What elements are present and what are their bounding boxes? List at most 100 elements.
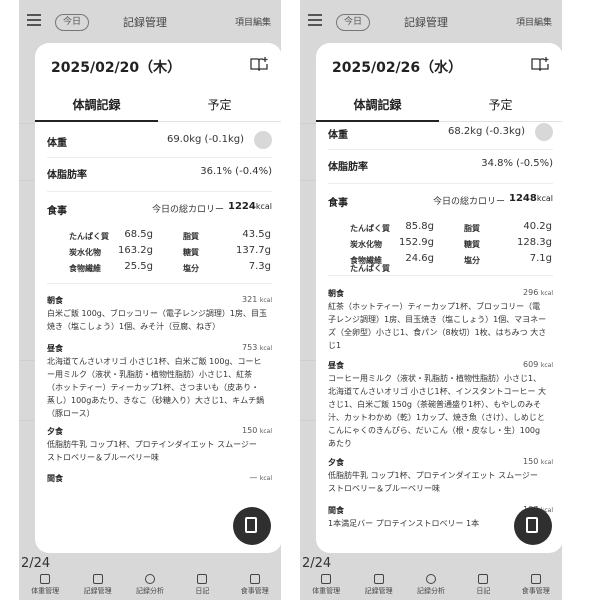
nutrient-label: 糖質 [464, 240, 480, 249]
meal-name-dinner: 夕食 [47, 427, 63, 436]
meal-items-dinner: 低脂肪牛乳 コップ1杯、プロテインダイエット スムージー ストロベリー＆ブルーベ… [328, 471, 538, 493]
add-record-button[interactable] [233, 507, 271, 545]
weight-value: 68.2kg (-0.3kg) [447, 126, 525, 137]
menu-icon[interactable] [27, 14, 41, 26]
tab-active-indicator [316, 120, 439, 122]
divider [328, 149, 553, 150]
nav-records-icon [92, 574, 103, 584]
nav-fork-knife-icon [530, 574, 541, 584]
bodyfat-row[interactable]: 体脂肪率 34.8% (-0.5%) [328, 155, 553, 175]
bodyfat-label: 体脂肪率 [47, 170, 87, 181]
trend-chart-icon[interactable] [535, 123, 553, 141]
edit-items-button[interactable]: 項目編集 [235, 15, 271, 28]
meal-name-dinner: 夕食 [328, 458, 344, 467]
edit-note-icon [245, 517, 257, 533]
meal-kcal: 321 kcal [242, 295, 272, 304]
divider [47, 283, 272, 284]
nav-item-analysis[interactable]: 記録分析 [130, 570, 170, 600]
nav-item-meals[interactable]: 食事管理 [235, 570, 275, 600]
nav-label: 体重管理 [312, 587, 341, 595]
nutrient-value: 137.7g [236, 245, 271, 256]
tab-health-record[interactable]: 体調記録 [35, 96, 158, 113]
record-content[interactable]: 体重 69.0kg (-0.1kg) 体脂肪率 36.1% (-0.4%) 食事… [35, 123, 281, 553]
weight-row[interactable]: 体重 69.0kg (-0.1kg) [47, 131, 272, 151]
nav-item-diary[interactable]: 日記 [182, 570, 222, 600]
weight-label: 体重 [47, 138, 67, 149]
meal-summary-row[interactable]: 食事 今日の総カロリー 1248kcal [328, 191, 553, 211]
bodyfat-label: 体脂肪率 [328, 162, 368, 173]
nutrient-value: 152.9g [399, 237, 434, 248]
today-button[interactable]: 今日 [336, 14, 370, 31]
meal-name-lunch: 昼食 [328, 361, 344, 370]
nutrient-value: 43.5g [242, 229, 271, 240]
tab-schedule[interactable]: 予定 [158, 96, 281, 113]
phone-screen-left: 今日 記録管理 項目編集 2/24 体重管理 記録管理 記録分析 日記 食事管理… [19, 0, 281, 600]
nutrient-value: 163.2g [118, 245, 153, 256]
meal-kcal: — kcal [249, 473, 272, 482]
nav-item-records[interactable]: 記録管理 [359, 570, 399, 600]
bodyfat-value: 36.1% (-0.4%) [200, 166, 272, 177]
tab-active-indicator [35, 120, 158, 122]
today-button[interactable]: 今日 [55, 14, 89, 31]
meal-kcal: 150 kcal [523, 457, 553, 466]
divider [47, 157, 272, 158]
nav-label: 記録分析 [135, 587, 164, 595]
tab-health-record[interactable]: 体調記録 [316, 96, 439, 113]
nutrient-label: 糖質 [183, 248, 199, 257]
tab-schedule[interactable]: 予定 [439, 96, 562, 113]
divider [328, 275, 553, 276]
nav-label: 日記 [195, 587, 210, 595]
edit-items-button[interactable]: 項目編集 [516, 15, 552, 28]
nutrient-value: 7.1g [529, 253, 552, 264]
bodyfat-row[interactable]: 体脂肪率 36.1% (-0.4%) [47, 163, 272, 183]
nav-pie-chart-icon [425, 574, 436, 584]
nav-item-weight[interactable]: 体重管理 [306, 570, 346, 600]
nav-item-analysis[interactable]: 記録分析 [411, 570, 451, 600]
nav-label: 食事管理 [240, 587, 269, 595]
divider [328, 183, 553, 184]
page-title: 記録管理 [404, 16, 448, 29]
nav-item-meals[interactable]: 食事管理 [516, 570, 556, 600]
nav-label: 体重管理 [31, 587, 60, 595]
nav-book-icon [478, 574, 489, 584]
meal-summary-row[interactable]: 食事 今日の総カロリー 1224kcal [47, 199, 272, 219]
menu-icon[interactable] [308, 14, 322, 26]
meal-name-snack: 間食 [47, 474, 63, 483]
total-calorie-value: 1248kcal [509, 193, 553, 204]
record-content[interactable]: 体重 68.2kg (-0.3kg) 体脂肪率 34.8% (-0.5%) 食事… [316, 123, 562, 553]
day-detail-card: 2025/02/20（木） 体調記録 予定 体重 69.0kg (-0.1kg)… [35, 43, 281, 553]
add-diary-icon[interactable] [531, 57, 549, 71]
nav-item-weight[interactable]: 体重管理 [25, 570, 65, 600]
weight-label: 体重 [328, 130, 348, 141]
weight-row[interactable]: 体重 68.2kg (-0.3kg) [328, 123, 553, 143]
nutrient-label: 脂質 [183, 232, 199, 241]
meal-label: 食事 [47, 206, 67, 217]
nutrient-label: 食物繊維 [69, 264, 101, 273]
nutrient-value: 7.3g [248, 261, 271, 272]
add-record-button[interactable] [514, 507, 552, 545]
nav-fork-knife-icon [249, 574, 260, 584]
nav-records-icon [373, 574, 384, 584]
meal-name-snack: 間食 [328, 506, 344, 515]
add-diary-icon[interactable] [250, 57, 268, 71]
meal-name-lunch: 昼食 [47, 344, 63, 353]
nav-item-records[interactable]: 記録管理 [78, 570, 118, 600]
nav-label: 記録分析 [416, 587, 445, 595]
nutrient-value: 68.5g [124, 229, 153, 240]
nav-label: 食事管理 [521, 587, 550, 595]
meal-name-breakfast: 朝食 [328, 289, 344, 298]
app-header: 今日 記録管理 項目編集 [19, 0, 281, 44]
nutrient-label: 食物繊維 [350, 256, 382, 265]
trend-chart-icon[interactable] [254, 131, 272, 149]
nutrient-value: 25.5g [124, 261, 153, 272]
nutrient-label: たんぱく質 [69, 232, 109, 241]
tab-bar: 体調記録 予定 [316, 88, 562, 122]
nav-item-diary[interactable]: 日記 [463, 570, 503, 600]
bottom-nav: 体重管理 記録管理 記録分析 日記 食事管理 [19, 570, 281, 600]
nav-pie-chart-icon [144, 574, 155, 584]
app-header: 今日 記録管理 項目編集 [300, 0, 562, 44]
card-date: 2025/02/20（木） [51, 60, 182, 76]
day-detail-card: 2025/02/26（水） 体調記録 予定 体重 68.2kg (-0.3kg)… [316, 43, 562, 553]
nutrient-value: 85.8g [405, 221, 434, 232]
nav-label: 日記 [476, 587, 491, 595]
